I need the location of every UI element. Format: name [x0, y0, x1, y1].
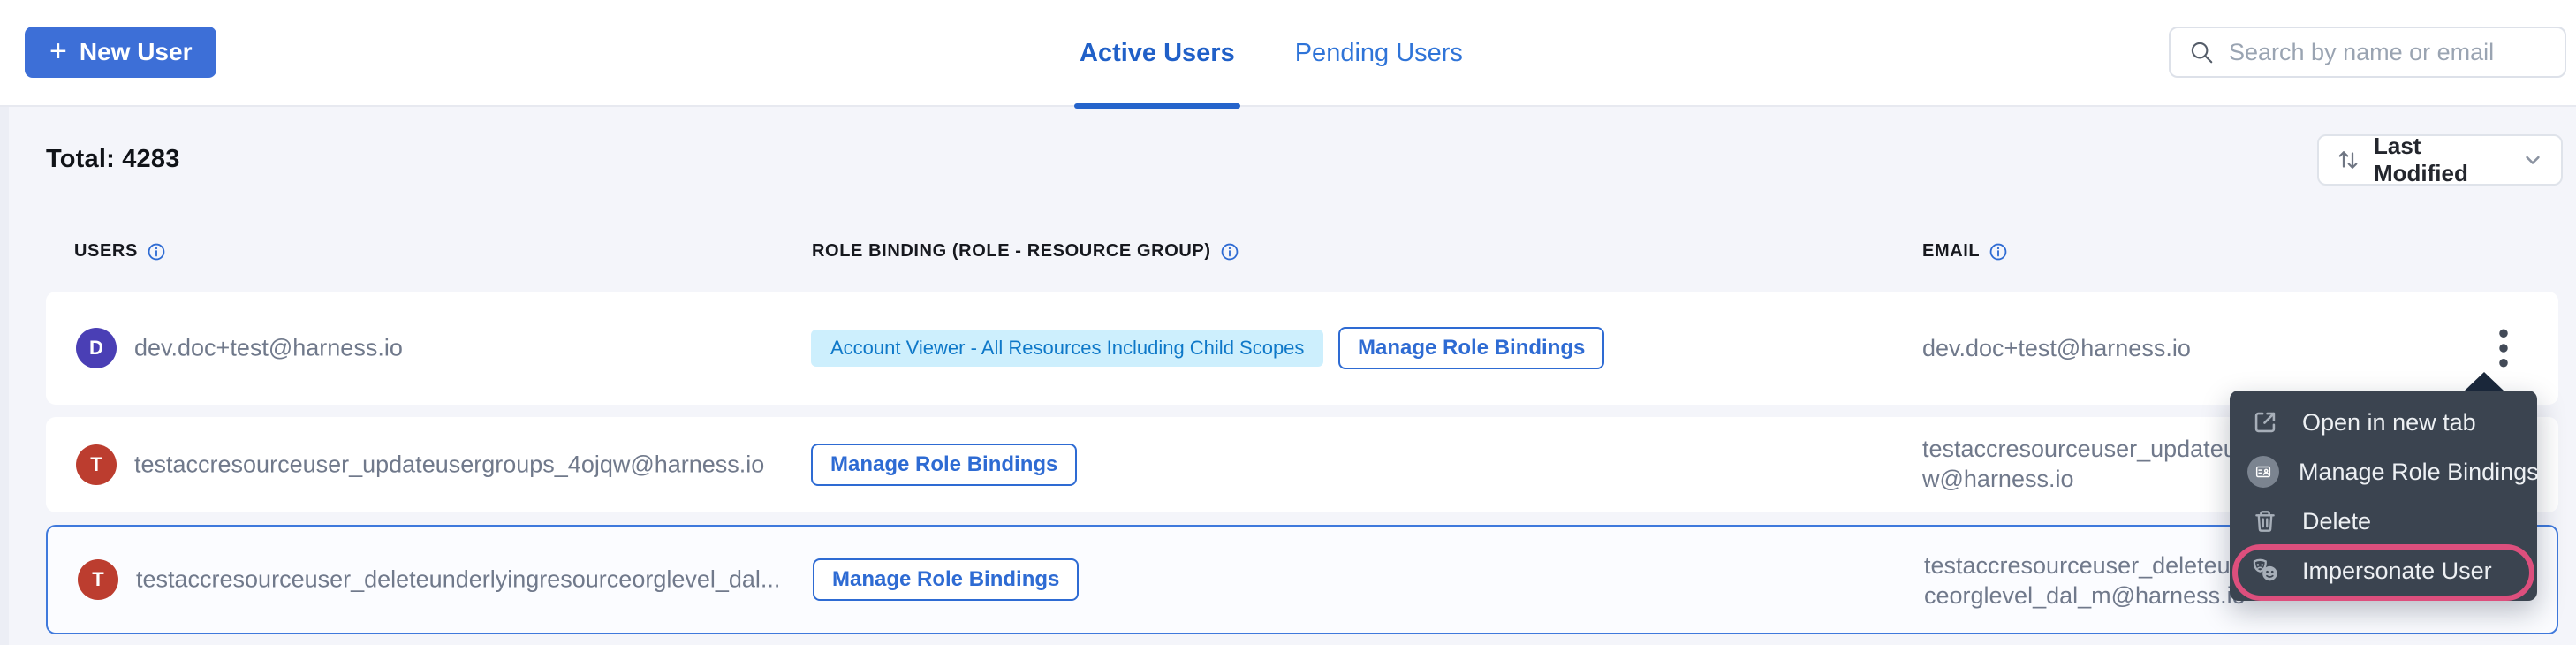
sort-dropdown[interactable]: Last Modified	[2317, 134, 2563, 186]
menu-item-label: Open in new tab	[2302, 409, 2476, 436]
open-new-tab-icon	[2247, 407, 2283, 437]
menu-item-label: Impersonate User	[2302, 558, 2492, 585]
tab-bar: Active Users Pending Users	[1074, 0, 1468, 107]
top-header-bar: + New User Active Users Pending Users	[0, 0, 2576, 107]
search-box	[2169, 27, 2566, 78]
plus-icon: +	[49, 36, 67, 66]
new-user-button-label: New User	[80, 38, 193, 66]
total-count-label: Total: 4283	[46, 145, 180, 174]
column-header-users: USERS	[74, 241, 166, 262]
table-row-selected[interactable]: T testaccresourceuser_deleteunderlyingre…	[46, 525, 2558, 634]
context-menu-caret	[2465, 372, 2504, 391]
table-row[interactable]: D dev.doc+test@harness.io Account Viewer…	[46, 292, 2558, 405]
menu-item-manage-role-bindings[interactable]: Manage Role Bindings	[2230, 447, 2537, 497]
user-name: dev.doc+test@harness.io	[134, 335, 403, 362]
row-actions-context-menu: Open in new tab Manage Role Bindings	[2230, 391, 2537, 601]
info-icon[interactable]	[1989, 242, 2008, 262]
column-header-role-binding: ROLE BINDING (ROLE - RESOURCE GROUP)	[812, 241, 1239, 262]
menu-item-label: Delete	[2302, 508, 2371, 535]
user-management-screen: + New User Active Users Pending Users To…	[0, 0, 2576, 645]
manage-role-bindings-icon	[2247, 456, 2279, 488]
column-header-email-label: EMAIL	[1922, 241, 1980, 262]
tab-active-users[interactable]: Active Users	[1074, 0, 1240, 107]
menu-item-impersonate-user[interactable]: Impersonate User	[2230, 546, 2537, 596]
sort-dropdown-value: Last Modified	[2374, 133, 2508, 187]
avatar-letter: D	[89, 337, 103, 360]
row-actions-kebab-icon[interactable]	[2481, 322, 2527, 375]
new-user-button[interactable]: + New User	[25, 27, 216, 78]
info-icon[interactable]	[1220, 242, 1239, 262]
column-header-email: EMAIL	[1922, 241, 2008, 262]
manage-role-bindings-button[interactable]: Manage Role Bindings	[1338, 327, 1604, 369]
sort-icon	[2335, 147, 2361, 173]
tab-active-users-label: Active Users	[1080, 39, 1235, 68]
email-cell: dev.doc+test@harness.io	[1922, 333, 2191, 363]
column-header-role-binding-label: ROLE BINDING (ROLE - RESOURCE GROUP)	[812, 241, 1211, 262]
column-header-users-label: USERS	[74, 241, 138, 262]
avatar-letter: T	[92, 568, 103, 591]
search-icon	[2188, 39, 2215, 65]
table-row[interactable]: T testaccresourceuser_updateusergroups_4…	[46, 417, 2558, 512]
tab-pending-users-label: Pending Users	[1295, 39, 1463, 68]
chevron-down-icon	[2520, 148, 2545, 172]
manage-role-bindings-button[interactable]: Manage Role Bindings	[811, 444, 1077, 486]
avatar: T	[76, 444, 117, 485]
menu-item-label: Manage Role Bindings	[2299, 459, 2539, 486]
search-input[interactable]	[2229, 39, 2547, 66]
user-name: testaccresourceuser_deleteunderlyingreso…	[136, 566, 780, 594]
avatar-letter: T	[90, 453, 102, 476]
manage-role-bindings-button[interactable]: Manage Role Bindings	[813, 558, 1079, 601]
avatar: T	[78, 559, 118, 600]
menu-item-delete[interactable]: Delete	[2230, 497, 2537, 546]
role-binding-tag[interactable]: Account Viewer - All Resources Including…	[811, 330, 1323, 367]
trash-icon	[2247, 507, 2283, 535]
info-icon[interactable]	[147, 242, 166, 262]
avatar: D	[76, 328, 117, 368]
user-name: testaccresourceuser_updateusergroups_4oj…	[134, 452, 764, 479]
left-edge-strip	[0, 107, 9, 645]
menu-item-open-in-new-tab[interactable]: Open in new tab	[2230, 398, 2537, 447]
tab-pending-users[interactable]: Pending Users	[1290, 0, 1468, 107]
impersonate-user-icon	[2247, 556, 2283, 586]
